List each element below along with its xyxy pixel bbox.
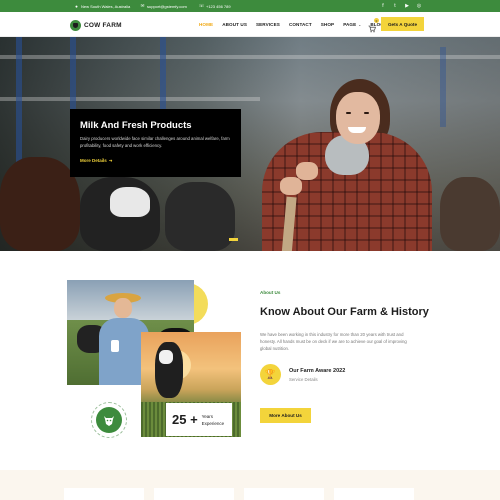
service-card[interactable] — [154, 488, 234, 500]
hero-more-details-link[interactable]: More Details ➜ — [80, 158, 113, 164]
cart-icon — [368, 25, 376, 33]
milk-bottle — [111, 340, 119, 352]
experience-box: 25 + Years Experience — [166, 403, 232, 436]
nav-item-services[interactable]: SERVICES — [256, 22, 280, 27]
hero-description: Dairy producers worldwide face similar c… — [80, 136, 230, 148]
phone-icon: ☏ — [198, 3, 205, 8]
farmer-face — [336, 92, 380, 144]
nav-item-shop[interactable]: SHOP — [321, 22, 334, 27]
email-contact[interactable]: ✉ support@gstemfy.com — [140, 0, 187, 12]
mail-icon: ✉ — [140, 3, 145, 8]
award-item: 🏆 Our Farm Aware 2022 Service Details — [260, 364, 430, 385]
farmer-hand — [280, 177, 302, 195]
award-title: Our Farm Aware 2022 — [289, 367, 346, 374]
nav-menu: HOME ABOUT US SERVICES CONTACT SHOP PAGE… — [199, 12, 393, 37]
email-text[interactable]: support@gstemfy.com — [147, 4, 187, 9]
service-card[interactable] — [334, 488, 414, 500]
hero-more-details-label: More Details — [80, 158, 107, 164]
main-navbar: COW FARM HOME ABOUT US SERVICES CONTACT … — [0, 12, 500, 37]
youtube-icon[interactable]: ▶ — [404, 3, 410, 9]
hero-caption-card: Milk And Fresh Products Dairy producers … — [70, 109, 241, 177]
more-about-us-button[interactable]: More About Us — [260, 408, 311, 423]
barn-post — [440, 47, 446, 127]
logo-text: COW FARM — [84, 21, 122, 29]
phone-contact[interactable]: ☏ +123 456 789 — [199, 0, 231, 12]
nav-item-home[interactable]: HOME — [199, 22, 213, 27]
cart-count-badge: 0 — [374, 18, 379, 23]
cow-logo-icon — [70, 19, 81, 31]
cow-image — [440, 177, 500, 251]
cow-badge — [91, 402, 127, 438]
twitter-icon[interactable]: t — [392, 3, 398, 9]
hero-banner: Milk And Fresh Products Dairy producers … — [0, 37, 500, 251]
cow-head-icon — [96, 407, 122, 433]
about-title: Know About Our Farm & History — [260, 306, 429, 318]
farmer-face — [114, 298, 132, 318]
experience-label-years: Years — [201, 413, 214, 419]
chevron-down-icon: ⌄ — [358, 22, 362, 27]
services-section-top — [0, 470, 500, 500]
nav-item-about[interactable]: ABOUT US — [222, 22, 247, 27]
farmer-eye — [364, 112, 369, 114]
cow-image — [110, 187, 150, 217]
arrow-right-icon: ➜ — [108, 157, 113, 163]
cow-image — [0, 157, 80, 251]
cow-patch — [159, 350, 173, 364]
trophy-icon: 🏆 — [260, 364, 281, 385]
phone-text[interactable]: +123 456 789 — [206, 4, 231, 9]
location-contact: ● New South Wales, Australia — [74, 0, 130, 12]
about-description: We have been working in this industry fo… — [260, 332, 407, 351]
cart-button[interactable]: 0 — [368, 18, 379, 33]
about-kicker: About Us — [260, 290, 281, 295]
experience-label: Years Experience — [202, 413, 225, 427]
experience-label-experience: Experience — [201, 420, 225, 426]
location-pin-icon: ● — [75, 3, 78, 9]
site-logo[interactable]: COW FARM — [70, 19, 122, 31]
nav-item-page[interactable]: PAGE — [343, 22, 356, 27]
slider-indicator[interactable] — [229, 238, 238, 241]
award-subtitle: Service Details — [289, 376, 318, 382]
cow-image — [165, 182, 235, 251]
service-card[interactable] — [64, 488, 144, 500]
barn-beam — [0, 97, 260, 101]
top-bar: ● New South Wales, Australia ✉ support@g… — [0, 0, 500, 12]
farmer-hand — [296, 162, 318, 180]
nav-item-page-label: PAGE — [343, 22, 357, 27]
instagram-icon[interactable]: ◎ — [416, 3, 422, 9]
experience-number: 25 + — [172, 412, 198, 427]
location-text: New South Wales, Australia — [81, 3, 131, 9]
farmer-eye — [346, 112, 351, 114]
hero-title: Milk And Fresh Products — [80, 120, 192, 131]
get-quote-button[interactable]: Gets A Quote — [381, 17, 424, 31]
about-section-text: About Us Know About Our Farm & History W… — [260, 290, 430, 385]
barn-post — [16, 37, 22, 167]
nav-item-contact[interactable]: CONTACT — [289, 22, 312, 27]
social-links: f t ▶ ◎ — [380, 0, 422, 12]
service-card[interactable] — [244, 488, 324, 500]
facebook-icon[interactable]: f — [380, 3, 386, 9]
